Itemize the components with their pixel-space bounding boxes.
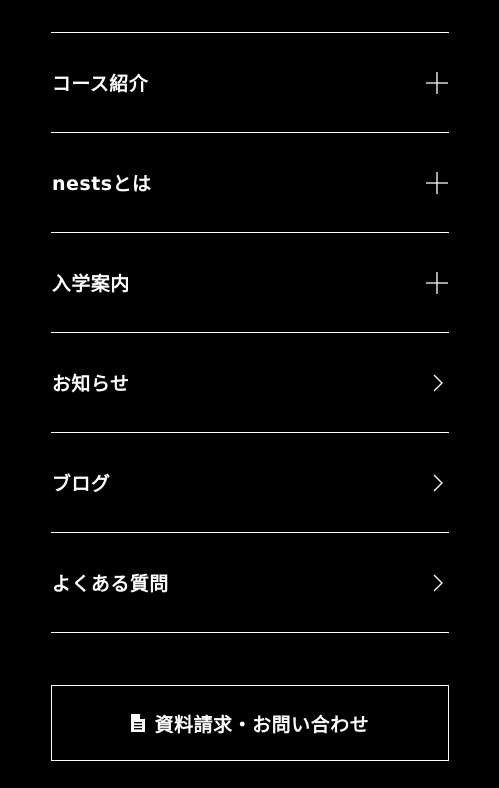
plus-icon bbox=[425, 71, 449, 95]
menu-item-admission[interactable]: 入学案内 bbox=[51, 233, 449, 333]
menu-item-label: 入学案内 bbox=[52, 273, 131, 295]
nav-menu: コース紹介 nestsとは 入学案内 お知らせ ブログ よくある質問 bbox=[51, 32, 449, 633]
menu-item-label: コース紹介 bbox=[52, 73, 149, 95]
menu-item-course[interactable]: コース紹介 bbox=[51, 33, 449, 133]
menu-item-label: お知らせ bbox=[52, 373, 130, 395]
chevron-right-icon bbox=[425, 371, 449, 395]
menu-item-label: ブログ bbox=[52, 473, 111, 495]
contact-button[interactable]: 資料請求・お問い合わせ bbox=[51, 685, 449, 761]
menu-item-label: よくある質問 bbox=[52, 573, 170, 595]
plus-icon bbox=[425, 171, 449, 195]
chevron-right-icon bbox=[425, 571, 449, 595]
menu-item-news[interactable]: お知らせ bbox=[51, 333, 449, 433]
contact-button-label: 資料請求・お問い合わせ bbox=[154, 713, 370, 736]
chevron-right-icon bbox=[425, 471, 449, 495]
menu-item-blog[interactable]: ブログ bbox=[51, 433, 449, 533]
document-icon bbox=[130, 714, 145, 732]
menu-item-about[interactable]: nestsとは bbox=[51, 133, 449, 233]
plus-icon bbox=[425, 271, 449, 295]
menu-item-label: nestsとは bbox=[52, 173, 152, 195]
menu-item-faq[interactable]: よくある質問 bbox=[51, 533, 449, 633]
